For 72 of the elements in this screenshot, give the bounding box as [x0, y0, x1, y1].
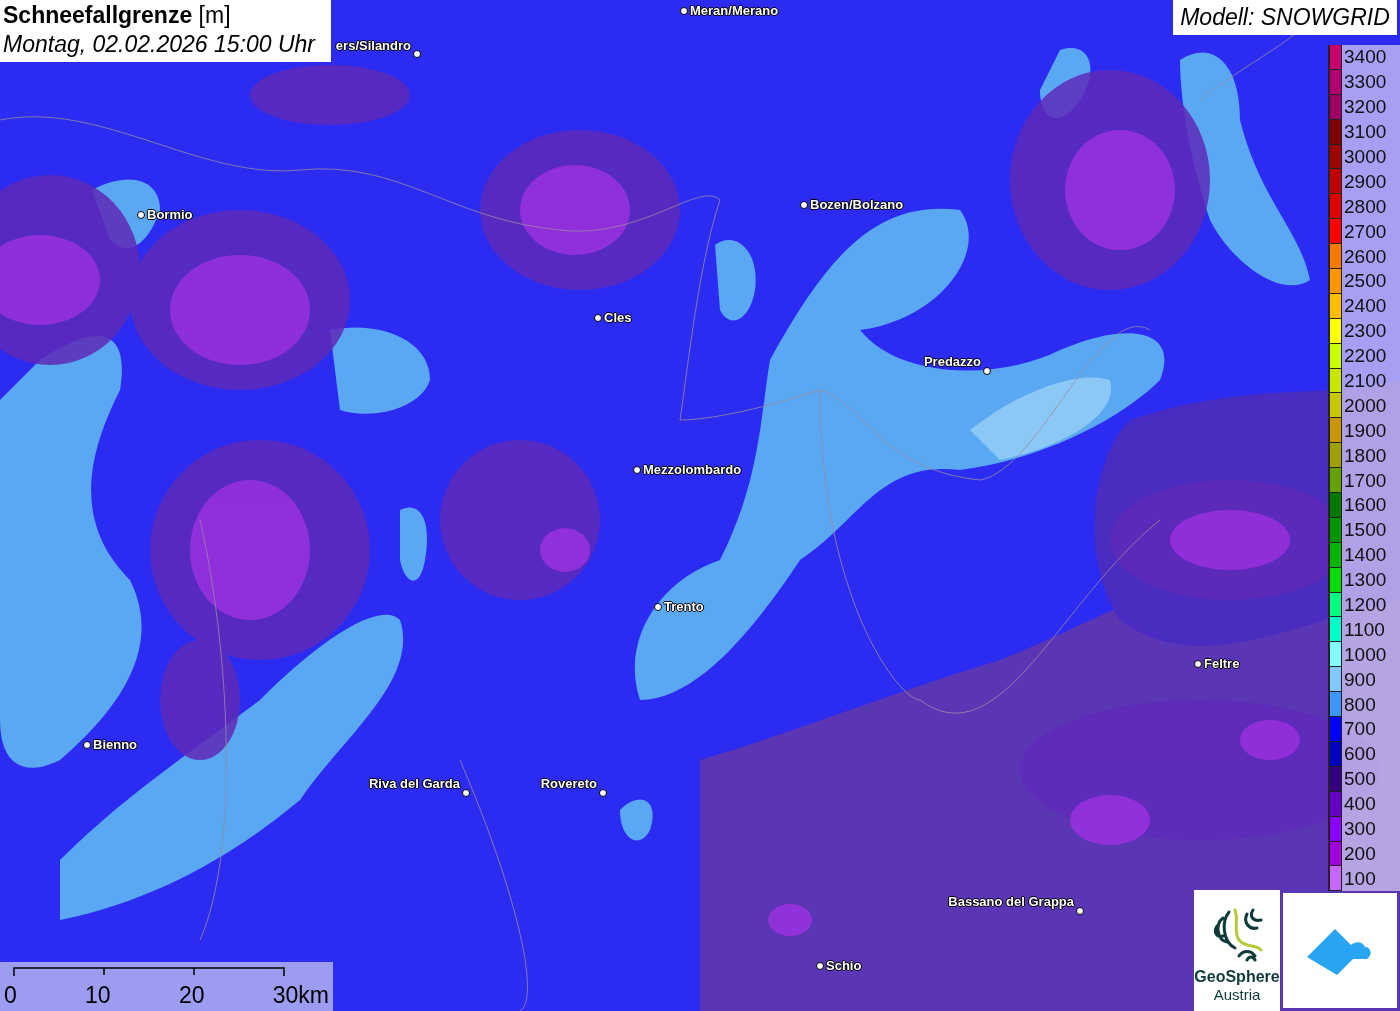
- legend-value: 3000: [1344, 146, 1387, 168]
- city-label: Schio: [826, 958, 862, 973]
- legend-value: 2400: [1344, 295, 1387, 318]
- scale-label: 0: [4, 982, 17, 1009]
- map-title: Schneefallgrenze [m]: [3, 2, 232, 29]
- city-dot: [136, 210, 145, 219]
- legend-value: 600: [1344, 743, 1376, 766]
- legend-value: 2300: [1344, 320, 1387, 343]
- city-label: Feltre: [1204, 656, 1240, 671]
- legend-value: 2800: [1344, 195, 1387, 218]
- legend-value: 3400: [1344, 46, 1387, 69]
- city-dot: [412, 49, 421, 58]
- legend-value: 2100: [1344, 370, 1387, 392]
- map-timestamp: Montag, 02.02.2026 15:00 Uhr: [3, 31, 317, 58]
- city-label: Bassano del Grappa: [948, 894, 1074, 909]
- legend-value: 1000: [1344, 643, 1387, 666]
- city-dot: [461, 788, 470, 797]
- legend-value: 2700: [1344, 220, 1387, 243]
- city-label: Cles: [604, 310, 632, 325]
- city-label: Rovereto: [540, 776, 597, 791]
- city-dot: [598, 788, 607, 797]
- city-label: Bozen/Bolzano: [810, 197, 904, 212]
- city-dot: [82, 740, 91, 749]
- logo-text: GeoSphere: [1194, 968, 1280, 986]
- legend-value: 2900: [1344, 170, 1387, 193]
- city-dot: [1193, 659, 1202, 668]
- legend-value: 3100: [1344, 121, 1387, 144]
- scale-label: 20: [178, 982, 205, 1009]
- legend-value: 700: [1344, 718, 1376, 741]
- city-dot: [679, 6, 688, 15]
- legend-value: 1900: [1344, 419, 1387, 442]
- legend-value: 1800: [1344, 444, 1387, 467]
- legend-value: 100: [1344, 867, 1376, 890]
- legend-value: 2000: [1344, 394, 1387, 417]
- city-dot: [982, 366, 991, 375]
- legend-value: 1500: [1344, 519, 1387, 542]
- scale-bar-icon: [13, 967, 285, 977]
- legend-value: 900: [1344, 668, 1376, 691]
- city-label: Bienno: [93, 737, 138, 752]
- legend-value: 1600: [1344, 494, 1387, 517]
- logo-text: Austria: [1213, 986, 1261, 1003]
- city-dot: [653, 602, 662, 611]
- legend-value: 1100: [1344, 618, 1385, 641]
- city-dot: [815, 961, 824, 970]
- legend-value: 3300: [1344, 71, 1387, 94]
- legend-value: 200: [1344, 842, 1376, 865]
- city-dot: [632, 465, 641, 474]
- city-dot: [593, 313, 602, 322]
- legend-value: 1300: [1344, 569, 1387, 592]
- city-label: Predazzo: [923, 354, 981, 369]
- legend-value: 400: [1344, 793, 1376, 816]
- city-dot: [799, 200, 808, 209]
- city-dot: [1075, 906, 1084, 915]
- legend-value: 2600: [1344, 245, 1387, 268]
- legend-value: 1700: [1344, 469, 1387, 492]
- scale-label: 30km: [272, 982, 329, 1009]
- city-label: Trento: [664, 599, 704, 614]
- legend-value: 500: [1344, 768, 1376, 791]
- city-label: Mezzolombardo: [643, 462, 742, 477]
- model-label: Modell: SNOWGRID: [1173, 0, 1397, 35]
- legend-value: 300: [1344, 818, 1376, 841]
- scale-label: 10: [85, 982, 111, 1009]
- legend-value: 800: [1344, 693, 1376, 716]
- city-label: ers/Silandro: [335, 38, 411, 53]
- legend-value: 3200: [1344, 96, 1387, 119]
- city-label: Meran/Merano: [690, 3, 779, 18]
- legend-value: 2200: [1344, 345, 1387, 368]
- legend-value: 1200: [1344, 594, 1387, 617]
- legend-value: 1400: [1344, 544, 1387, 567]
- legend-value: 2500: [1344, 270, 1387, 293]
- city-label: Riva del Garda: [368, 776, 460, 791]
- chevron-cloud-logo-icon: [1307, 926, 1373, 975]
